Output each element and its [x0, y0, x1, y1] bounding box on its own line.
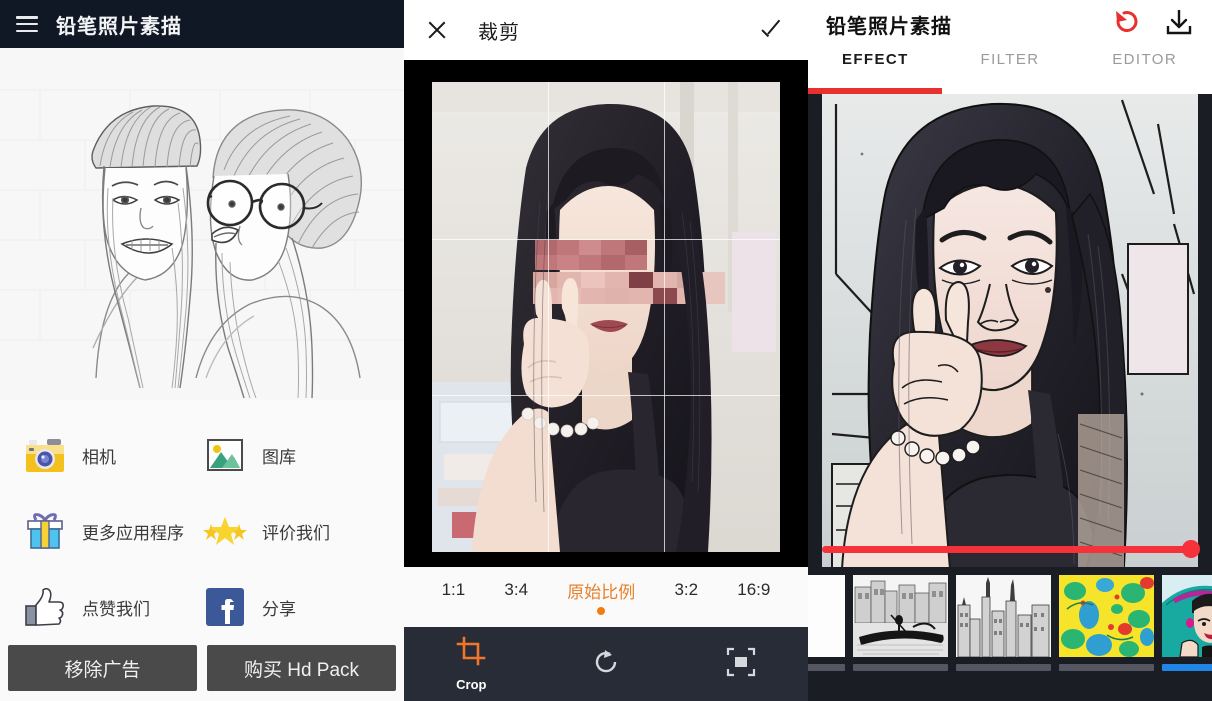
crop-gridline-v1	[548, 82, 549, 552]
download-icon[interactable]	[1164, 7, 1194, 42]
home-app-bar: 铅笔照片素描	[0, 0, 404, 48]
thumbnail-indicator	[808, 664, 845, 671]
crop-app-bar: 裁剪	[404, 0, 808, 60]
home-action-grid: 相机 图库 更多应用程序 评价我们 点赞我们 分享	[0, 400, 404, 645]
crop-tool-bar: Crop	[404, 627, 808, 701]
effect-intensity-slider[interactable]	[822, 540, 1200, 558]
home-tile-like-us[interactable]: 点赞我们	[22, 584, 202, 630]
effect-title: 铅笔照片素描	[826, 15, 952, 38]
ratio-original[interactable]: 原始比例	[567, 578, 635, 617]
slider-thumb[interactable]	[1182, 540, 1200, 558]
crop-gridline-v2	[664, 82, 665, 552]
screenshot-root: 铅笔照片素描 相机 图库 更多应用程序 评价我们 点赞我们 分享 移除广告 购买…	[0, 0, 1212, 701]
slider-track	[822, 546, 1190, 553]
thumbnail-indicator	[1162, 664, 1212, 671]
facebook-icon	[202, 584, 248, 630]
thumbnail-image	[853, 575, 948, 657]
thumbnail-image	[1059, 575, 1154, 657]
home-tile-rate-us[interactable]: 评价我们	[202, 508, 382, 554]
crop-screen: 裁剪 1:1 3:4 原始比例 3:2 16:9 Crop	[404, 0, 808, 701]
crop-gridline-h2	[432, 395, 780, 396]
gallery-icon	[202, 433, 248, 479]
effect-thumb-watercolor[interactable]	[1059, 575, 1154, 671]
thumbnail-image	[808, 575, 845, 657]
effect-preview-image	[822, 94, 1198, 567]
thumbnail-indicator	[1059, 664, 1154, 671]
crop-icon	[456, 636, 486, 671]
home-bottom-bar: 移除广告 购买 Hd Pack	[0, 645, 404, 701]
thumbnail-image	[956, 575, 1051, 657]
crop-stage[interactable]	[404, 60, 808, 567]
ratio-3-2[interactable]: 3:2	[674, 580, 698, 614]
crop-gridline-h1	[432, 239, 780, 240]
fit-frame-tool-button[interactable]	[673, 647, 808, 682]
remove-ads-button[interactable]: 移除广告	[8, 645, 197, 691]
home-tile-label: 图库	[262, 448, 296, 468]
fit-frame-icon	[726, 647, 756, 682]
effect-thumb-blank[interactable]	[808, 575, 845, 671]
tab-editor[interactable]: EDITOR	[1077, 48, 1212, 68]
effect-preview-stage	[808, 94, 1212, 567]
home-tile-share[interactable]: 分享	[202, 584, 382, 630]
home-tile-label: 评价我们	[262, 523, 330, 543]
effect-app-bar: 铅笔照片素描	[808, 0, 1212, 48]
buy-hd-pack-button[interactable]: 购买 Hd Pack	[207, 645, 396, 691]
effect-thumb-popart[interactable]	[1162, 575, 1212, 671]
thumbnail-indicator	[956, 664, 1051, 671]
check-icon[interactable]	[760, 17, 786, 43]
ratio-16-9[interactable]: 16:9	[737, 580, 770, 614]
crop-frame[interactable]	[432, 82, 780, 552]
thumbnail-image	[1162, 575, 1212, 657]
tab-filter[interactable]: FILTER	[943, 48, 1078, 68]
home-tile-label: 点赞我们	[82, 599, 150, 619]
home-screen: 铅笔照片素描 相机 图库 更多应用程序 评价我们 点赞我们 分享 移除广告 购买…	[0, 0, 404, 701]
effect-tab-bar: EFFECT FILTER EDITOR	[808, 48, 1212, 94]
rotate-tool-button[interactable]	[539, 647, 674, 682]
home-tile-label: 相机	[82, 448, 116, 468]
stars-icon	[202, 508, 248, 554]
aspect-ratio-bar: 1:1 3:4 原始比例 3:2 16:9	[404, 567, 808, 627]
ratio-3-4[interactable]: 3:4	[504, 580, 528, 614]
close-icon[interactable]	[426, 19, 448, 41]
camera-icon	[22, 433, 68, 479]
gift-icon	[22, 508, 68, 554]
home-tile-gallery[interactable]: 图库	[202, 433, 382, 479]
undo-icon[interactable]	[1112, 7, 1142, 42]
thumbs-up-icon	[22, 584, 68, 630]
sketch-preview	[0, 48, 404, 400]
effect-thumbnail-strip[interactable]	[808, 567, 1212, 701]
home-tile-label: 更多应用程序	[82, 523, 184, 543]
effect-thumb-city[interactable]	[956, 575, 1051, 671]
home-tile-camera[interactable]: 相机	[22, 433, 202, 479]
page-title: 铅笔照片素描	[56, 15, 182, 38]
crop-tool-label: Crop	[456, 677, 487, 692]
effect-thumb-venice[interactable]	[853, 575, 948, 671]
effect-app-bar-actions	[1112, 7, 1194, 42]
crop-tool-button[interactable]: Crop	[404, 636, 539, 692]
home-tile-more-apps[interactable]: 更多应用程序	[22, 508, 202, 554]
thumbnail-indicator	[853, 664, 948, 671]
home-tile-label: 分享	[262, 599, 296, 619]
effect-screen: 铅笔照片素描 EFFECT FILTER EDITOR	[808, 0, 1212, 701]
rotate-icon	[591, 647, 621, 682]
hamburger-menu-icon[interactable]	[16, 16, 38, 32]
crop-title: 裁剪	[478, 21, 520, 44]
ratio-1-1[interactable]: 1:1	[442, 580, 466, 614]
tab-effect[interactable]: EFFECT	[808, 48, 943, 68]
